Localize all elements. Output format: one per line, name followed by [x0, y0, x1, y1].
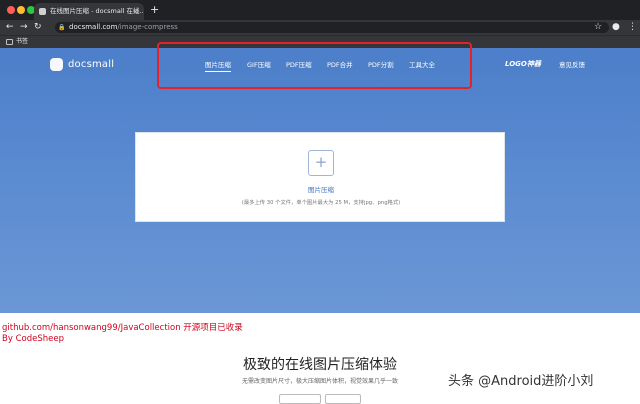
tab-close-icon[interactable]: ×: [132, 3, 139, 20]
browser-tab[interactable]: 在线图片压缩 - docsmall 在线... ×: [34, 3, 144, 20]
favicon-icon: [39, 8, 46, 15]
forward-arrow-icon[interactable]: →: [20, 20, 28, 35]
close-window-icon[interactable]: [7, 6, 15, 14]
site-logo[interactable]: docsmall: [68, 57, 114, 72]
feature-button-2[interactable]: [325, 394, 361, 404]
feature-button-1[interactable]: [279, 394, 321, 404]
menu-kebab-icon[interactable]: ⋮: [628, 20, 637, 35]
tab-title: 在线图片压缩 - docsmall 在线...: [50, 7, 144, 15]
bookmark-star-icon[interactable]: ☆: [594, 20, 602, 35]
nav-feedback[interactable]: 意见反馈: [559, 59, 585, 71]
browser-titlebar: 在线图片压缩 - docsmall 在线... × +: [0, 0, 640, 20]
upload-dropzone[interactable]: + 图片压缩 (最多上传 30 个文件，单个图片最大为 25 M，支持jpg、p…: [135, 132, 505, 222]
back-arrow-icon[interactable]: ←: [6, 20, 14, 35]
new-tab-button[interactable]: +: [150, 3, 159, 17]
minimize-window-icon[interactable]: [17, 6, 25, 14]
watermark-text: 头条 @Android进阶小刘: [448, 374, 594, 389]
browser-toolbar: ← → ↻ 🔒 docsmall.com/image-compress ☆ ● …: [0, 20, 640, 35]
upload-hint: (最多上传 30 个文件，单个图片最大为 25 M，支持jpg、png格式): [241, 200, 401, 206]
bookmarks-folder-icon: [6, 39, 13, 45]
add-file-icon[interactable]: +: [308, 150, 334, 176]
reload-icon[interactable]: ↻: [34, 20, 42, 35]
bookmarks-label[interactable]: 书签: [16, 36, 28, 48]
upload-label: 图片压缩: [308, 186, 334, 194]
overlay-github-text: github.com/hansonwang99/JavaCollection 开…: [2, 323, 243, 333]
url-text: docsmall.com/image-compress: [69, 23, 178, 31]
profile-avatar-icon[interactable]: ●: [612, 20, 620, 35]
overlay-author-text: By CodeSheep: [2, 334, 64, 344]
lock-icon: 🔒: [58, 24, 66, 31]
address-bar[interactable]: 🔒 docsmall.com/image-compress: [55, 22, 609, 33]
nav-logo-tool[interactable]: LOGO神器: [505, 58, 541, 70]
docsmall-logo-icon[interactable]: [50, 58, 63, 71]
annotation-highlight-box: [157, 42, 472, 89]
